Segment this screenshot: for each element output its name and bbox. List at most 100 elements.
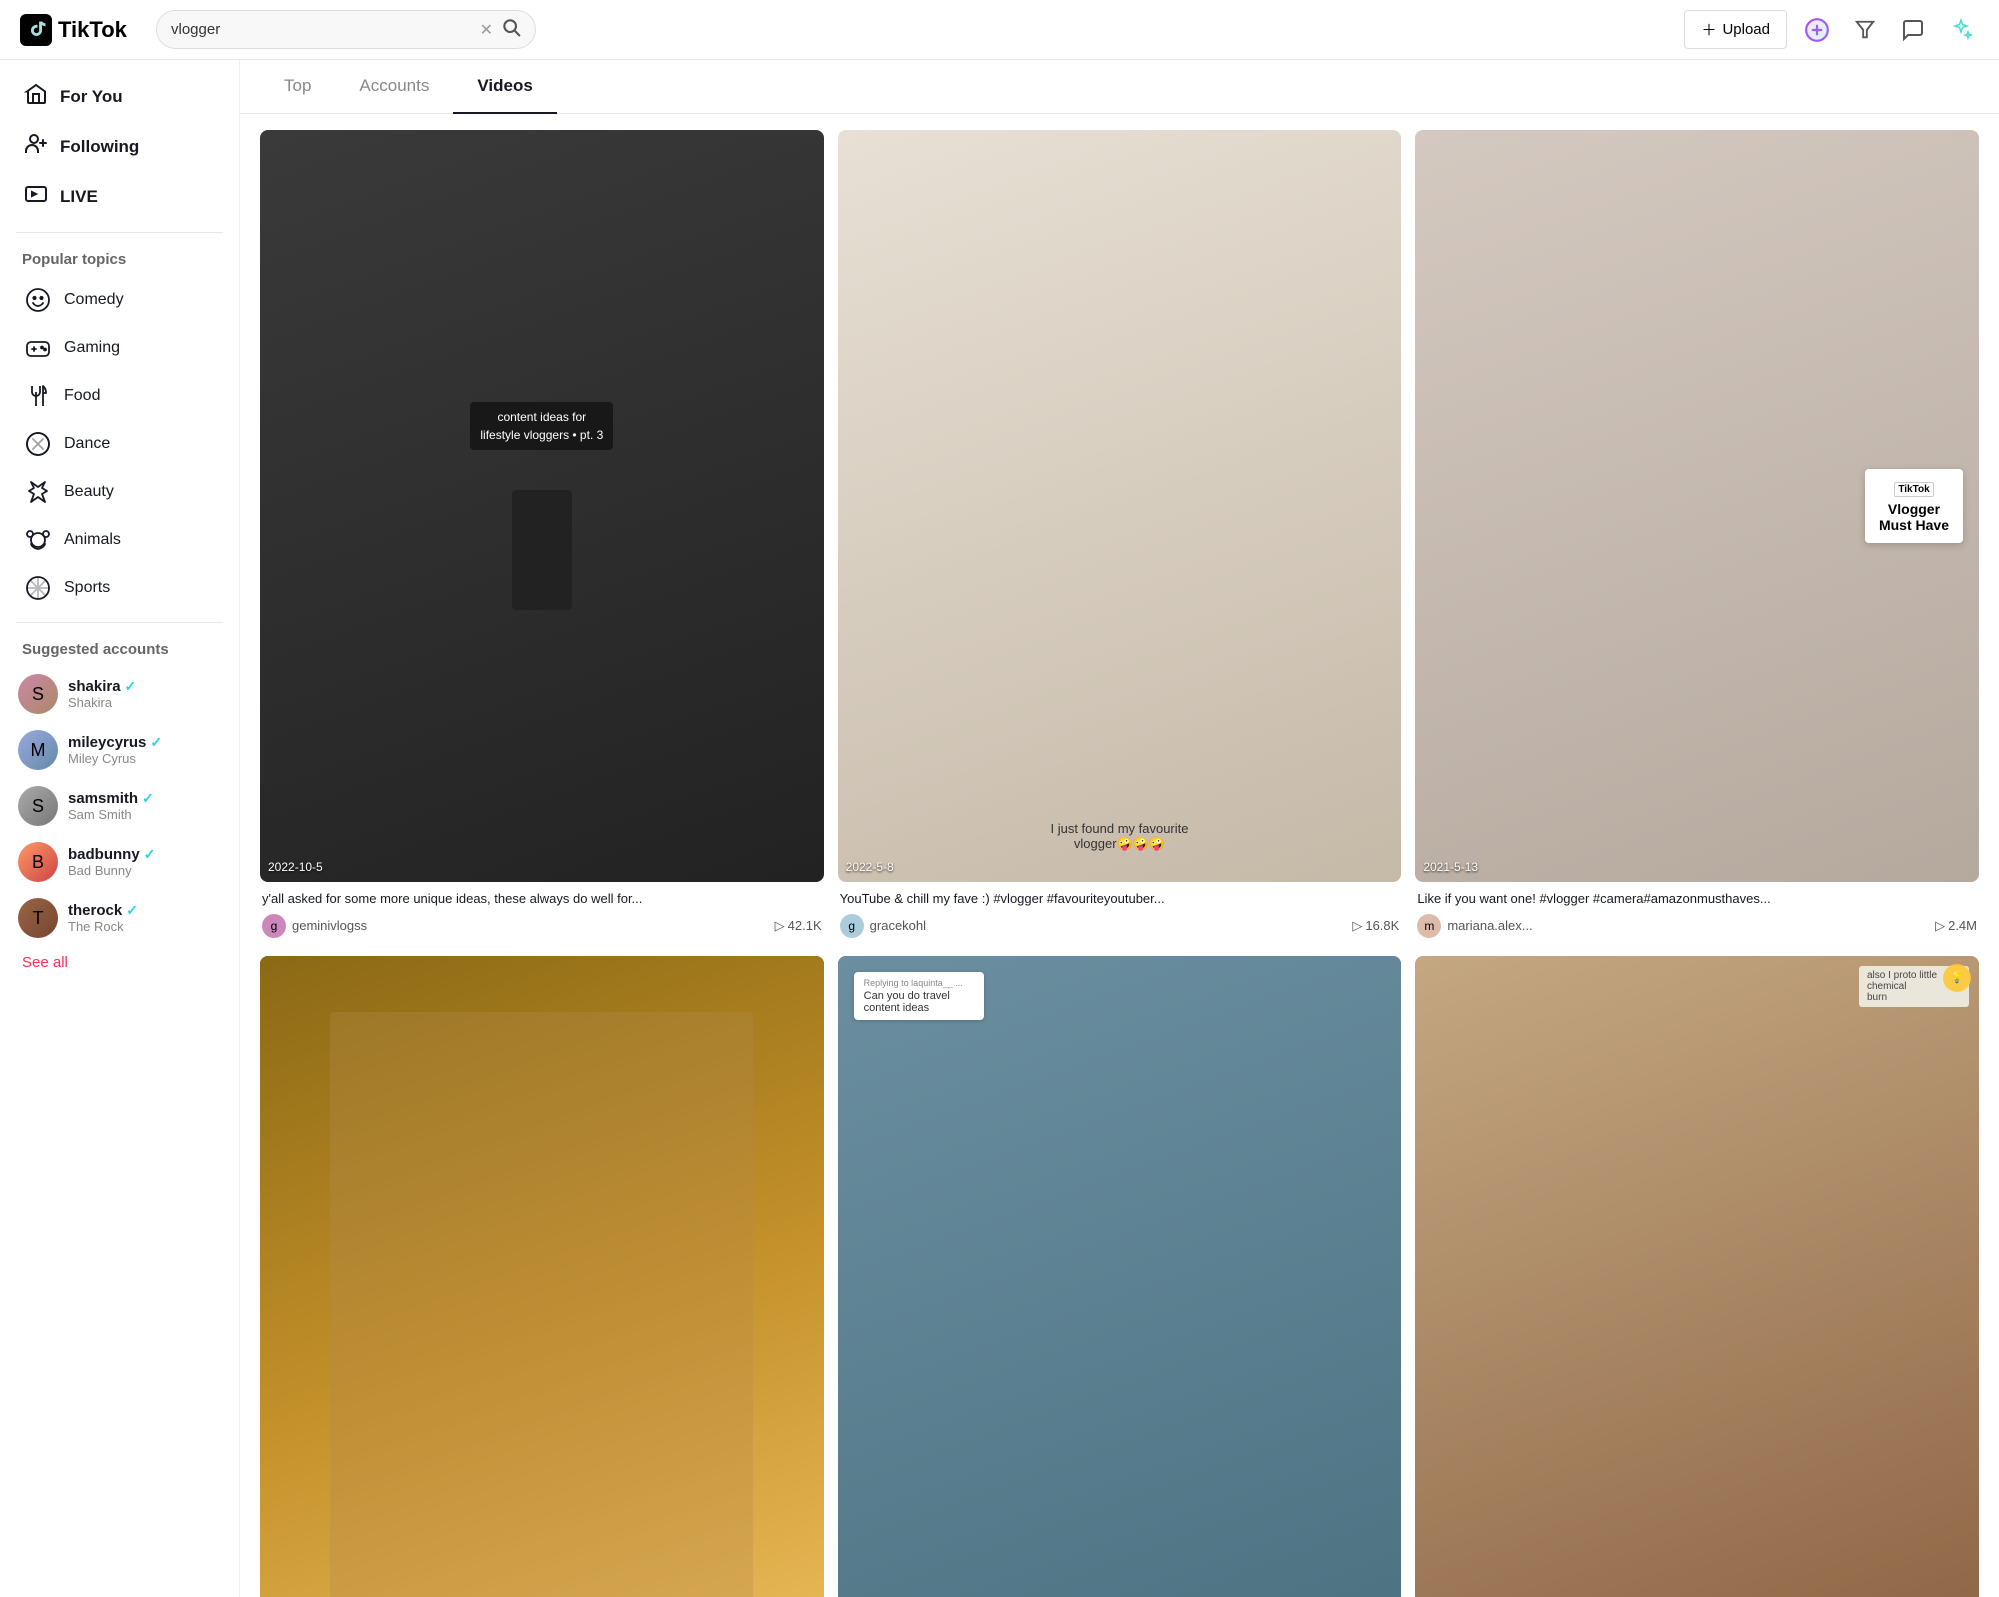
food-icon — [22, 380, 54, 412]
video-thumbnail: TikTok VloggerMust Have 2021-5-13 — [1415, 130, 1979, 882]
header-actions: ＋ Upload — [1684, 10, 1979, 49]
tabs: Top Accounts Videos — [240, 60, 1999, 114]
video-meta: g geminivlogss ▷ 42.1K — [262, 914, 822, 938]
account-username: mileycyrus ✓ — [68, 734, 162, 751]
video-card[interactable]: Replying to laquinta__ ... Can you do tr… — [838, 956, 1402, 1597]
view-count: ▷ 42.1K — [775, 918, 822, 934]
verified-icon: ✓ — [126, 902, 138, 919]
video-thumbnail: content ideas forlifestyle vloggers • pt… — [260, 130, 824, 882]
video-card[interactable]: I just found my favouritevlogger🤪🤪🤪 2022… — [838, 130, 1402, 942]
avatar: S — [18, 786, 58, 826]
video-meta: g gracekohl ▷ 16.8K — [840, 914, 1400, 938]
see-all-button[interactable]: See all — [0, 946, 239, 979]
sidebar-item-for-you[interactable]: For You — [8, 72, 231, 122]
upload-label: Upload — [1722, 21, 1770, 38]
tiktok-logo-icon — [20, 14, 52, 46]
account-badbunny[interactable]: B badbunny ✓ Bad Bunny — [0, 834, 239, 890]
sidebar-item-following[interactable]: Following — [8, 122, 231, 172]
topic-gaming[interactable]: Gaming — [0, 324, 239, 372]
main-layout: For You Following — [0, 60, 1999, 1597]
video-meta: m mariana.alex... ▷ 2.4M — [1417, 914, 1977, 938]
sparkle-icon[interactable] — [1943, 12, 1979, 48]
account-therock[interactable]: T therock ✓ The Rock — [0, 890, 239, 946]
video-thumbnail: also I proto little chemicalburn 💡 2022-… — [1415, 956, 1979, 1597]
video-card[interactable]: VLOG 2021-11-28 An anxious daily vlogger… — [260, 956, 824, 1597]
popular-topics-title: Popular topics — [0, 243, 239, 276]
play-icon: ▷ — [1352, 918, 1362, 934]
video-info: YouTube & chill my fave :) #vlogger #fav… — [838, 882, 1402, 942]
filter-icon[interactable] — [1847, 12, 1883, 48]
tab-top[interactable]: Top — [260, 60, 335, 114]
video-card[interactable]: content ideas forlifestyle vloggers • pt… — [260, 130, 824, 942]
topic-animals[interactable]: Animals — [0, 516, 239, 564]
search-clear-icon[interactable]: ✕ — [480, 20, 493, 40]
avatar: S — [18, 674, 58, 714]
account-info: badbunny ✓ Bad Bunny — [68, 846, 155, 878]
animals-icon — [22, 524, 54, 556]
account-username: therock ✓ — [68, 902, 138, 919]
video-thumbnail: Replying to laquinta__ ... Can you do tr… — [838, 956, 1402, 1597]
sports-icon — [22, 572, 54, 604]
video-description: Like if you want one! #vlogger #camera#a… — [1417, 890, 1977, 908]
account-info: therock ✓ The Rock — [68, 902, 138, 934]
account-username: badbunny ✓ — [68, 846, 155, 863]
sidebar-item-live[interactable]: LIVE — [8, 172, 231, 222]
video-thumbnail: I just found my favouritevlogger🤪🤪🤪 2022… — [838, 130, 1402, 882]
video-info: y'all asked for some more unique ideas, … — [260, 882, 824, 942]
account-shakira[interactable]: S shakira ✓ Shakira — [0, 666, 239, 722]
video-info: Like if you want one! #vlogger #camera#a… — [1415, 882, 1979, 942]
account-mileycyrus[interactable]: M mileycyrus ✓ Miley Cyrus — [0, 722, 239, 778]
messages-icon[interactable] — [1895, 12, 1931, 48]
video-grid: content ideas forlifestyle vloggers • pt… — [240, 114, 1999, 1597]
account-username: shakira ✓ — [68, 678, 136, 695]
avatar: M — [18, 730, 58, 770]
search-input[interactable] — [171, 21, 472, 38]
verified-icon: ✓ — [150, 734, 162, 751]
video-card[interactable]: also I proto little chemicalburn 💡 2022-… — [1415, 956, 1979, 1597]
video-description: YouTube & chill my fave :) #vlogger #fav… — [840, 890, 1400, 908]
sidebar: For You Following — [0, 60, 240, 1597]
play-icon: ▷ — [775, 918, 785, 934]
topic-label: Food — [64, 387, 100, 405]
video-date: 2022-5-8 — [846, 860, 894, 874]
search-button[interactable] — [501, 17, 521, 42]
creator-avatar: m — [1417, 914, 1441, 938]
verified-icon: ✓ — [144, 846, 156, 863]
topic-comedy[interactable]: Comedy — [0, 276, 239, 324]
creator-username: geminivlogss — [292, 918, 769, 933]
comedy-icon — [22, 284, 54, 316]
video-thumbnail: VLOG 2021-11-28 — [260, 956, 824, 1597]
creator-username: mariana.alex... — [1447, 918, 1929, 933]
sidebar-divider — [16, 232, 223, 233]
sidebar-divider-2 — [16, 622, 223, 623]
topic-sports[interactable]: Sports — [0, 564, 239, 612]
view-count: ▷ 16.8K — [1352, 918, 1399, 934]
account-display: Sam Smith — [68, 807, 154, 822]
tab-videos[interactable]: Videos — [453, 60, 556, 114]
suggested-accounts-title: Suggested accounts — [0, 633, 239, 666]
following-icon — [22, 132, 50, 162]
upload-button[interactable]: ＋ Upload — [1684, 10, 1787, 49]
content-area: Top Accounts Videos content ideas forlif… — [240, 60, 1999, 1597]
creator-avatar: g — [262, 914, 286, 938]
dance-icon — [22, 428, 54, 460]
video-date: 2021-5-13 — [1423, 860, 1478, 874]
topic-beauty[interactable]: Beauty — [0, 468, 239, 516]
avatar: B — [18, 842, 58, 882]
topic-label: Animals — [64, 531, 121, 549]
account-display: The Rock — [68, 919, 138, 934]
logo[interactable]: TikTok — [20, 14, 140, 46]
account-info: shakira ✓ Shakira — [68, 678, 136, 710]
topic-label: Dance — [64, 435, 110, 453]
home-icon — [22, 82, 50, 112]
tab-accounts[interactable]: Accounts — [335, 60, 453, 114]
topic-dance[interactable]: Dance — [0, 420, 239, 468]
topic-food[interactable]: Food — [0, 372, 239, 420]
live-icon — [22, 182, 50, 212]
avatar: T — [18, 898, 58, 938]
account-display: Miley Cyrus — [68, 751, 162, 766]
account-samsmith[interactable]: S samsmith ✓ Sam Smith — [0, 778, 239, 834]
inbox-icon[interactable] — [1799, 12, 1835, 48]
creator-username: gracekohl — [870, 918, 1347, 933]
video-card[interactable]: TikTok VloggerMust Have 2021-5-13 Like i… — [1415, 130, 1979, 942]
